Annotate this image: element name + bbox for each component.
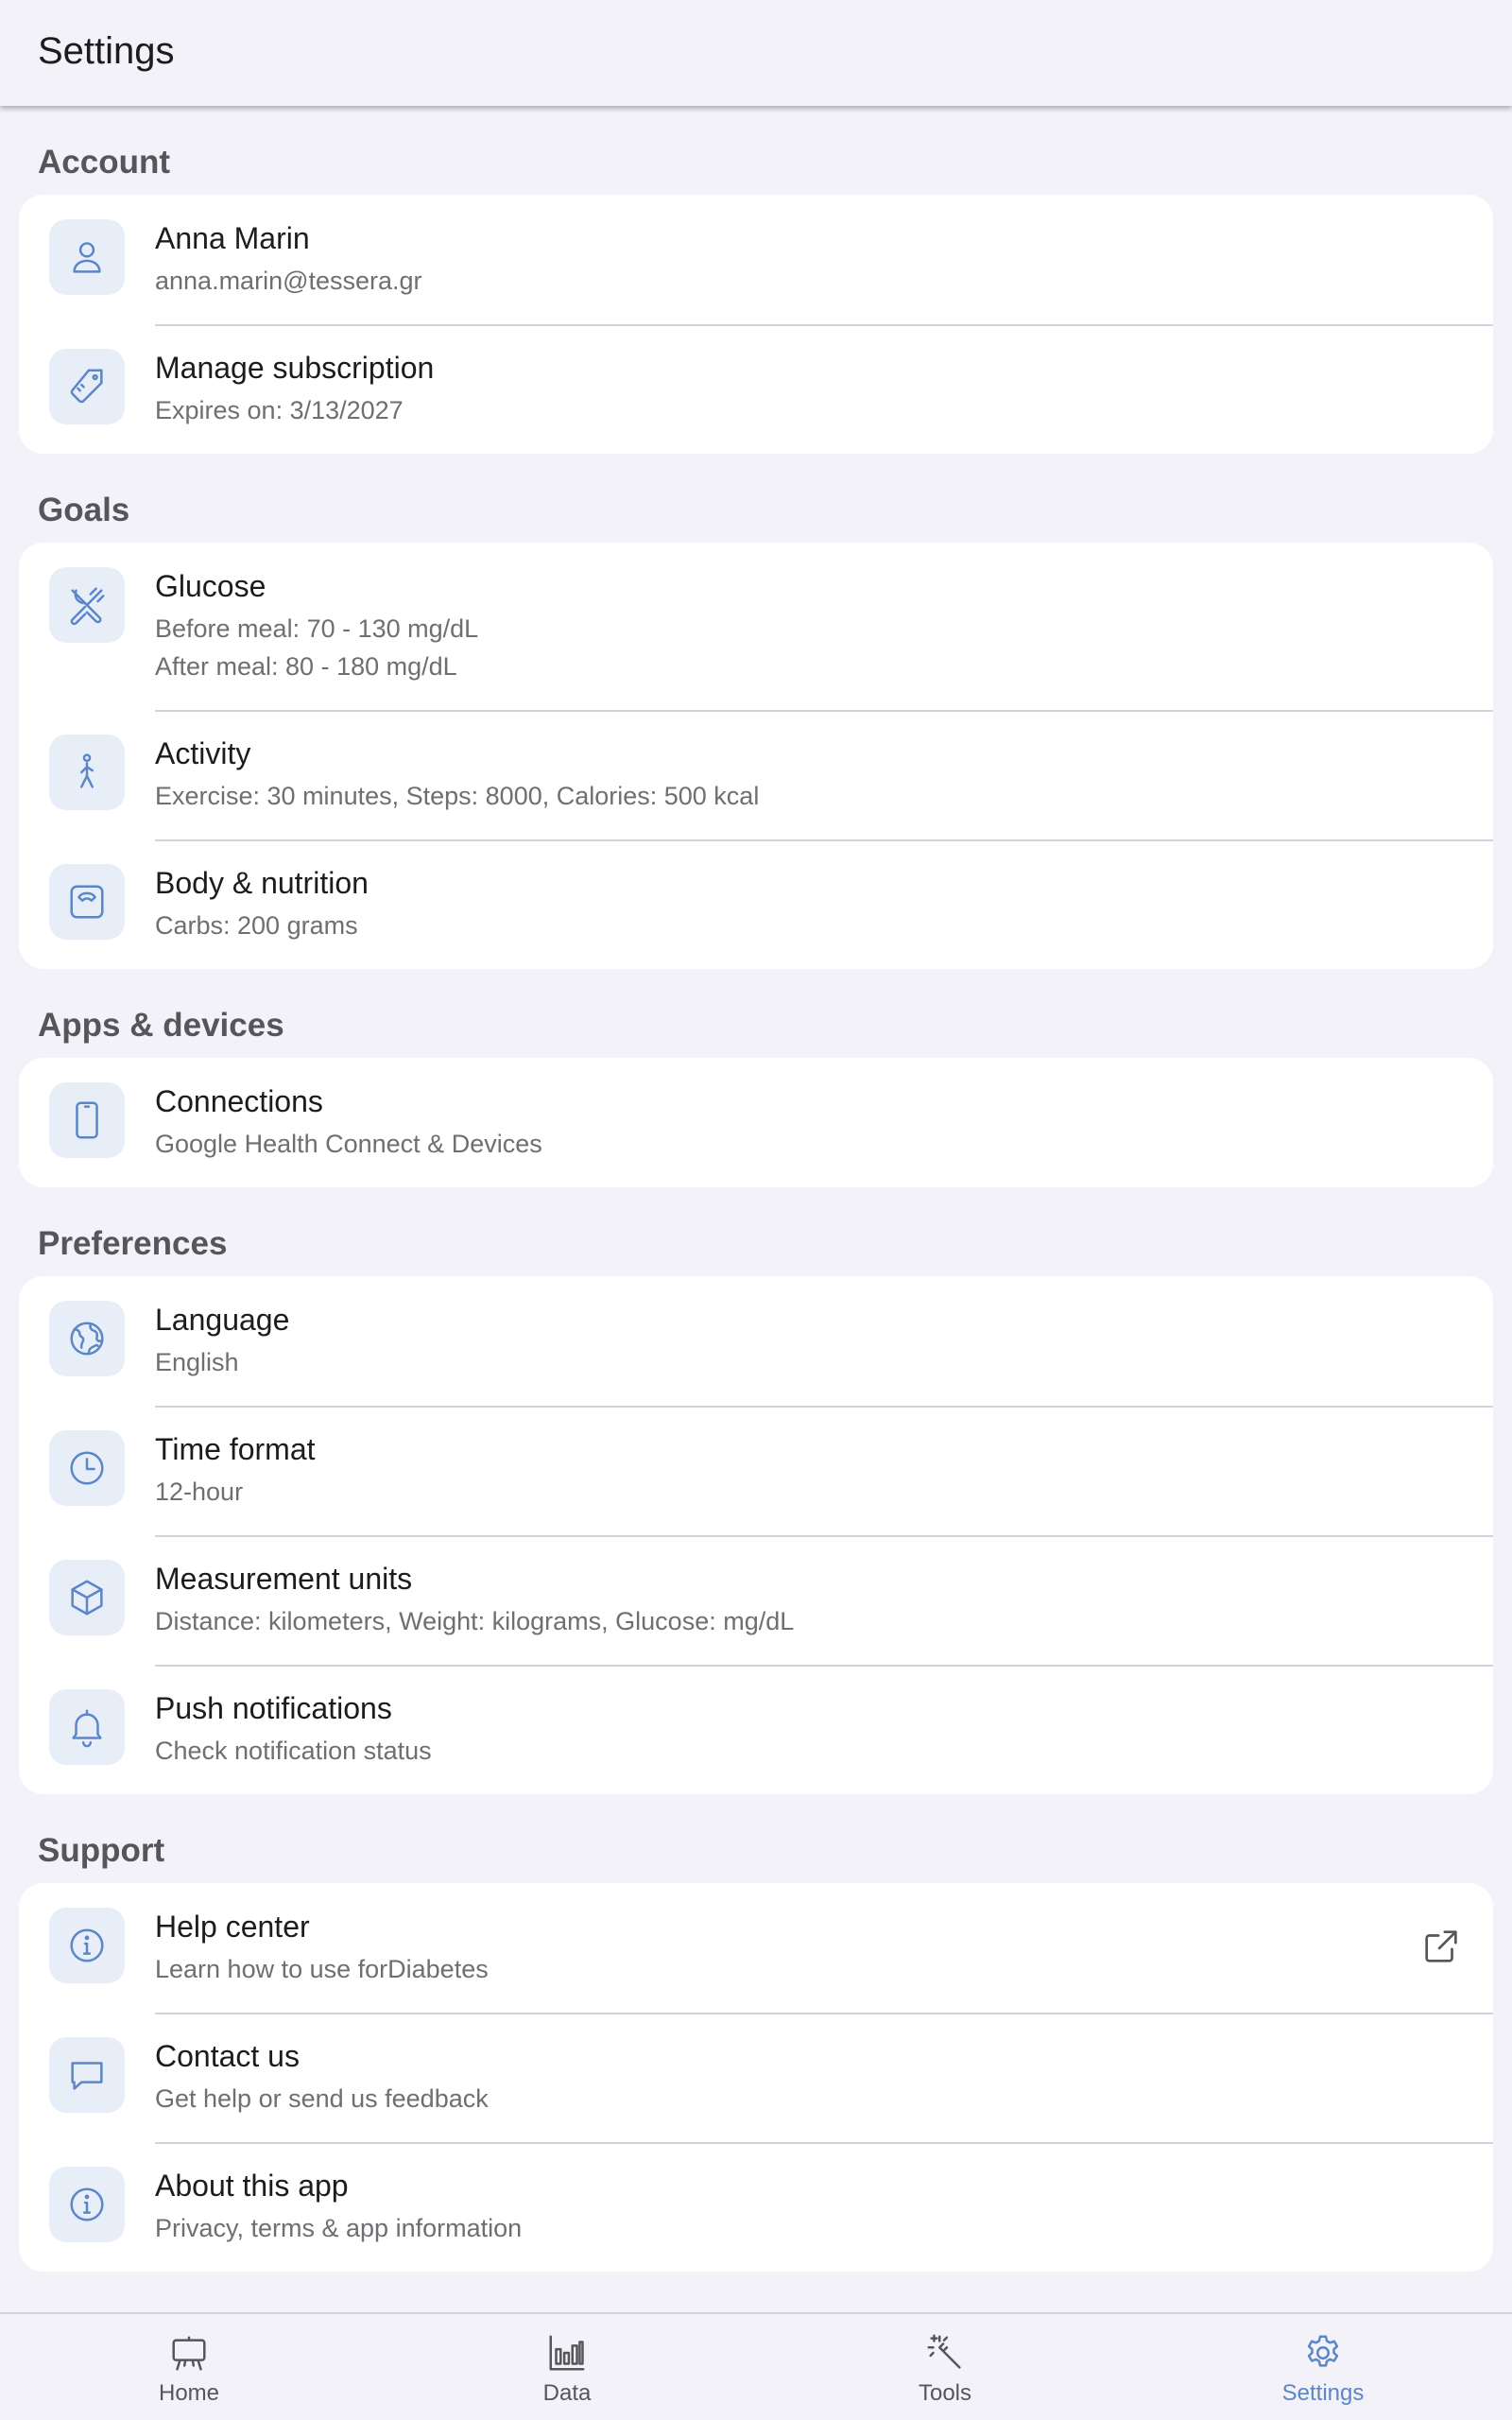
scale-icon: [49, 864, 125, 940]
contact-us-item[interactable]: Contact us Get help or send us feedback: [19, 2013, 1493, 2142]
nav-tools[interactable]: Tools: [756, 2314, 1134, 2420]
external-link-icon[interactable]: [1419, 1925, 1463, 1968]
item-title: Connections: [155, 1084, 323, 1118]
manage-subscription-item[interactable]: Manage subscription Expires on: 3/13/202…: [19, 324, 1493, 454]
item-title: Anna Marin: [155, 221, 310, 255]
language-item[interactable]: Language English: [19, 1276, 1493, 1406]
item-title: Contact us: [155, 2039, 300, 2073]
section-title-support: Support: [38, 1832, 165, 1869]
phone-icon: [49, 1082, 125, 1158]
info-icon: [49, 2167, 125, 2242]
item-title: Body & nutrition: [155, 866, 369, 900]
magic-wand-icon: [927, 2334, 961, 2369]
bell-icon: [49, 1689, 125, 1765]
chat-bubble-icon: [49, 2037, 125, 2113]
item-title: Language: [155, 1303, 290, 1337]
nav-settings[interactable]: Settings: [1134, 2314, 1512, 2420]
item-title: Push notifications: [155, 1691, 392, 1725]
bottom-navigation-bar: Home Data Tools Settings: [0, 2312, 1512, 2420]
measurement-units-item[interactable]: Measurement units Distance: kilometers, …: [19, 1535, 1493, 1665]
item-subtitle: Google Health Connect & Devices: [155, 1130, 542, 1158]
item-subtitle-secondary: After meal: 80 - 180 mg/dL: [155, 652, 457, 681]
body-nutrition-goal-item[interactable]: Body & nutrition Carbs: 200 grams: [19, 839, 1493, 969]
section-title-account: Account: [38, 144, 170, 181]
person-icon: [49, 219, 125, 295]
item-subtitle: Distance: kilometers, Weight: kilograms,…: [155, 1607, 795, 1635]
tag-icon: [49, 349, 125, 424]
cube-icon: [49, 1560, 125, 1635]
item-subtitle: Learn how to use forDiabetes: [155, 1955, 489, 1983]
globe-icon: [49, 1301, 125, 1376]
help-center-item[interactable]: Help center Learn how to use forDiabetes: [19, 1883, 1493, 2013]
apps-devices-card: Connections Google Health Connect & Devi…: [19, 1058, 1493, 1187]
item-subtitle: 12-hour: [155, 1478, 244, 1506]
item-subtitle: Expires on: 3/13/2027: [155, 396, 404, 424]
activity-goal-item[interactable]: Activity Exercise: 30 minutes, Steps: 80…: [19, 710, 1493, 839]
section-title-apps-devices: Apps & devices: [38, 1007, 284, 1044]
item-subtitle: Exercise: 30 minutes, Steps: 8000, Calor…: [155, 782, 760, 810]
nav-home[interactable]: Home: [0, 2314, 378, 2420]
item-subtitle: Privacy, terms & app information: [155, 2214, 523, 2242]
nav-label: Settings: [1281, 2380, 1365, 2406]
preferences-card: Language English Time format 12-hour Mea…: [19, 1276, 1493, 1794]
item-subtitle: Carbs: 200 grams: [155, 911, 358, 940]
item-title: Manage subscription: [155, 351, 435, 385]
push-notifications-item[interactable]: Push notifications Check notification st…: [19, 1665, 1493, 1794]
item-title: Measurement units: [155, 1562, 413, 1596]
bar-chart-icon: [549, 2335, 585, 2371]
info-icon: [49, 1908, 125, 1983]
goals-card: Glucose Before meal: 70 - 130 mg/dL Afte…: [19, 543, 1493, 969]
account-profile-item[interactable]: Anna Marin anna.marin@tessera.gr: [19, 195, 1493, 324]
presentation-board-icon: [172, 2336, 206, 2371]
account-card: Anna Marin anna.marin@tessera.gr Manage …: [19, 195, 1493, 454]
nav-label: Data: [542, 2380, 592, 2406]
item-subtitle: Get help or send us feedback: [155, 2084, 489, 2113]
item-title: Time format: [155, 1432, 316, 1466]
section-title-preferences: Preferences: [38, 1225, 228, 1262]
item-title: About this app: [155, 2169, 349, 2203]
item-title: Glucose: [155, 569, 266, 603]
settings-list[interactable]: Account Anna Marin anna.marin@tessera.gr…: [0, 106, 1512, 2272]
connections-item[interactable]: Connections Google Health Connect & Devi…: [19, 1058, 1493, 1187]
walking-icon: [49, 735, 125, 810]
item-subtitle: anna.marin@tessera.gr: [155, 267, 422, 295]
glucose-goal-item[interactable]: Glucose Before meal: 70 - 130 mg/dL Afte…: [19, 543, 1493, 710]
item-subtitle: Before meal: 70 - 130 mg/dL: [155, 614, 479, 643]
item-title: Help center: [155, 1910, 310, 1944]
page-title: Settings: [38, 30, 175, 72]
about-app-item[interactable]: About this app Privacy, terms & app info…: [19, 2142, 1493, 2272]
nav-label: Home: [158, 2380, 220, 2406]
clock-icon: [49, 1430, 125, 1506]
gear-icon: [1307, 2335, 1339, 2367]
top-app-bar: Settings: [0, 0, 1512, 106]
item-title: Activity: [155, 736, 251, 770]
section-title-goals: Goals: [38, 492, 130, 528]
item-subtitle: Check notification status: [155, 1737, 432, 1765]
nav-label: Tools: [918, 2380, 972, 2406]
time-format-item[interactable]: Time format 12-hour: [19, 1406, 1493, 1535]
item-subtitle: English: [155, 1348, 239, 1376]
utensils-icon: [49, 567, 125, 643]
nav-data[interactable]: Data: [378, 2314, 756, 2420]
support-card: Help center Learn how to use forDiabetes…: [19, 1883, 1493, 2272]
